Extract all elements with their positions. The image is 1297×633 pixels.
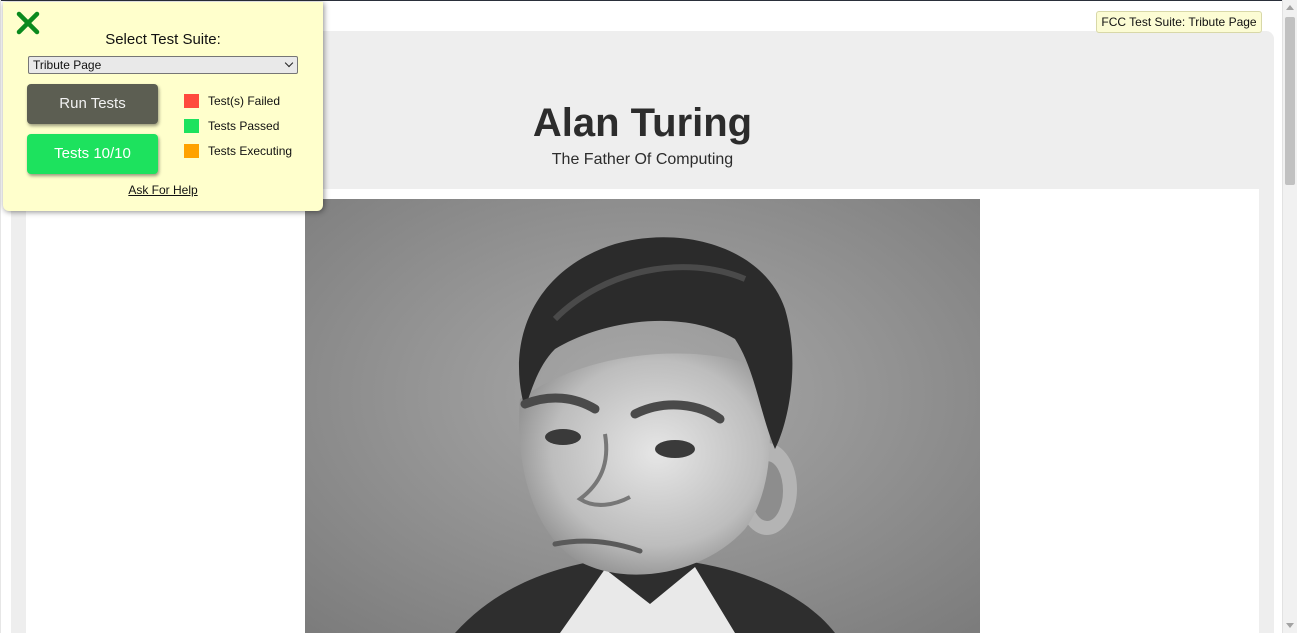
legend-passed-label: Tests Passed (208, 119, 280, 133)
vertical-scrollbar[interactable] (1282, 0, 1297, 633)
tests-result-button[interactable]: Tests 10/10 (27, 134, 158, 174)
window-left-border (0, 0, 1, 633)
suite-tooltip: FCC Test Suite: Tribute Page (1096, 11, 1262, 33)
executing-swatch (184, 144, 199, 158)
select-suite-label: Select Test Suite: (105, 31, 221, 48)
legend-executing-label: Tests Executing (208, 144, 293, 158)
scrollbar-thumb[interactable] (1285, 17, 1295, 185)
scroll-up-arrow-icon[interactable] (1286, 5, 1294, 10)
ask-for-help-link[interactable]: Ask For Help (3, 183, 323, 197)
scroll-down-arrow-icon[interactable] (1286, 623, 1294, 628)
image-container (26, 189, 1259, 633)
chevron-down-icon (284, 58, 294, 68)
selected-suite-value: Tribute Page (33, 58, 102, 72)
run-tests-button[interactable]: Run Tests (27, 84, 158, 124)
test-suite-select[interactable]: Tribute Page (28, 56, 298, 74)
failed-swatch (184, 94, 199, 108)
window-top-border (0, 0, 1297, 1)
legend-failed-label: Test(s) Failed (208, 94, 281, 108)
tribute-image (305, 199, 980, 633)
passed-swatch (184, 119, 199, 133)
test-suite-panel: Select Test Suite: Tribute Page Run Test… (3, 2, 323, 211)
